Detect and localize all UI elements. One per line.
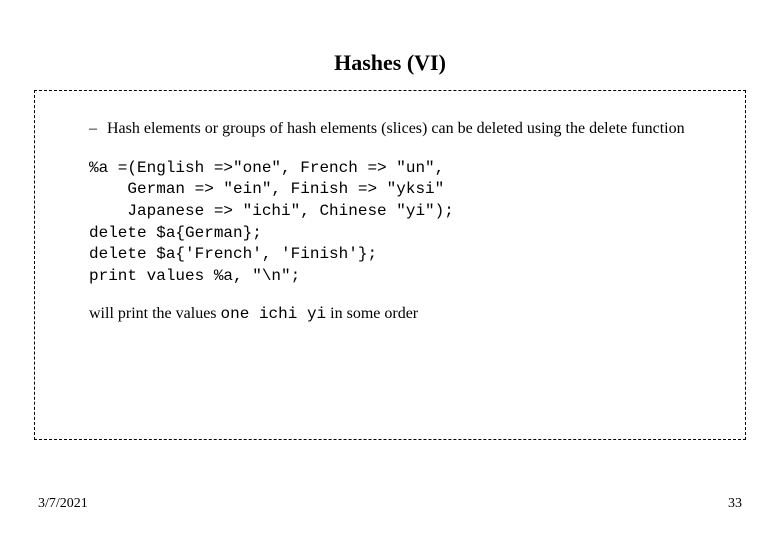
slide-title: Hashes (VI) [0, 0, 780, 90]
content-box: – Hash elements or groups of hash elemen… [34, 90, 746, 440]
closing-prefix: will print the values [89, 305, 221, 322]
footer-date: 3/7/2021 [38, 496, 88, 512]
closing-suffix: in some order [326, 305, 418, 322]
bullet-dash: – [89, 119, 107, 140]
bullet-text: Hash elements or groups of hash elements… [107, 119, 685, 140]
closing-line: will print the values one ichi yi in som… [89, 305, 719, 323]
footer-page-number: 33 [728, 496, 742, 512]
closing-mono: one ichi yi [221, 305, 327, 323]
code-block: %a =(English =>"one", French => "un", Ge… [89, 158, 719, 288]
bullet-item: – Hash elements or groups of hash elemen… [61, 119, 719, 140]
